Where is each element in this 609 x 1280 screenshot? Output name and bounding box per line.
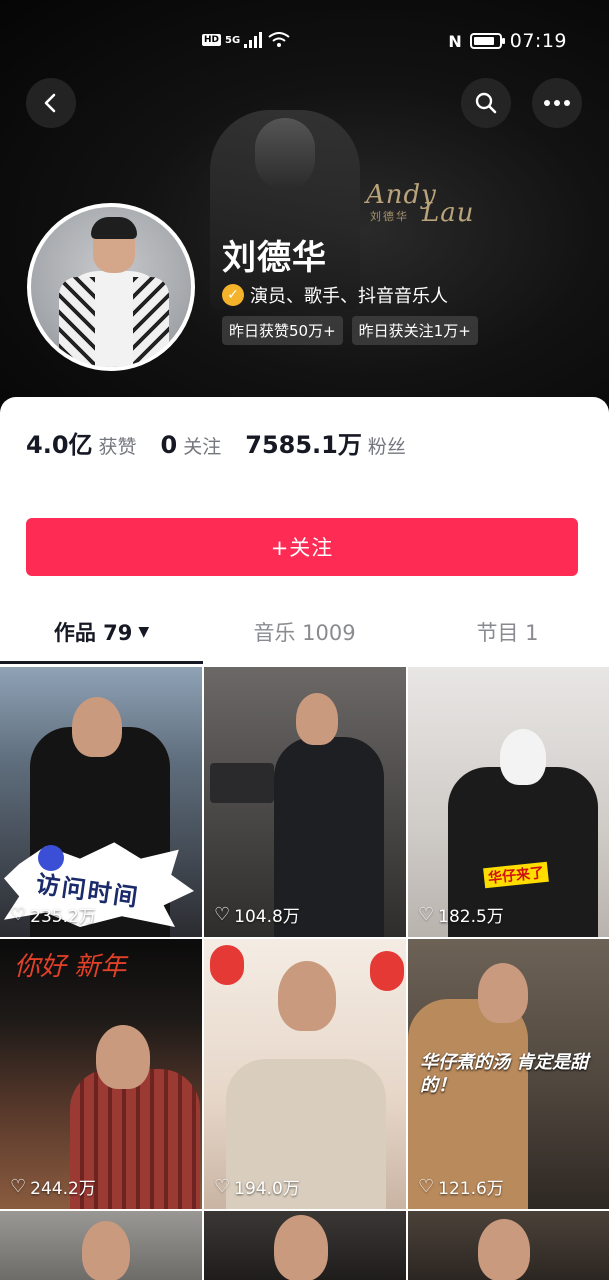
video-likes: ♡ 244.2万	[10, 1174, 96, 1199]
stat-followers-value: 7585.1万	[245, 431, 362, 459]
video-tile[interactable]: 华仔来了 ♡ 182.5万	[408, 667, 609, 937]
stats-row: 4.0亿 获赞 0 关注 7585.1万 粉丝	[26, 425, 406, 460]
video-tile[interactable]: 华仔煮的汤 肯定是甜的！ ♡ 121.6万	[408, 939, 609, 1209]
wifi-icon	[268, 32, 290, 47]
figure-face	[278, 961, 336, 1031]
video-likes-count: 235.2万	[30, 907, 96, 927]
stat-likes-value: 4.0亿	[26, 431, 93, 459]
signature-cn: 刘德华	[370, 210, 409, 223]
stat-following-label: 关注	[183, 436, 222, 458]
tab-music-label: 音乐 1009	[253, 621, 356, 645]
search-button[interactable]	[461, 78, 511, 128]
more-button[interactable]	[532, 78, 582, 128]
signal-icon	[244, 32, 263, 48]
heart-icon: ♡	[418, 904, 435, 925]
tab-programs[interactable]: 节目 1	[406, 602, 609, 662]
video-likes-count: 104.8万	[234, 907, 300, 927]
clock: 07:19	[509, 30, 567, 52]
heart-icon: ♡	[418, 1176, 435, 1197]
video-likes: ♡ 194.0万	[214, 1174, 300, 1199]
tag-follows-yesterday: 昨日获关注1万+	[351, 316, 478, 345]
follow-button[interactable]: +关注	[26, 518, 578, 576]
video-overlay-text: 华仔煮的汤 肯定是甜的！	[420, 1052, 589, 1097]
heart-icon: ♡	[214, 904, 231, 925]
banner-signature: Andy Lau 刘德华	[366, 180, 474, 228]
stat-followers-label: 粉丝	[367, 436, 406, 458]
figure-face	[478, 963, 528, 1023]
video-grid: 访问时间 ♡ 235.2万 ♡ 104.8万 华仔来了 ♡ 182.5万 你好 新年 …	[0, 667, 609, 1280]
content-tabs: 作品 79 ▼ 音乐 1009 节目 1	[0, 602, 609, 662]
verified-check-icon: ✓	[222, 284, 244, 306]
profile-tags: 昨日获赞50万+ 昨日获关注1万+	[222, 316, 478, 345]
avatar-hair	[91, 217, 137, 239]
verified-description: 演员、歌手、抖音音乐人	[250, 286, 448, 307]
figure-face	[96, 1025, 150, 1089]
video-tile[interactable]: ♡ 104.8万	[204, 667, 406, 937]
video-likes-count: 194.0万	[234, 1179, 300, 1199]
battery-icon	[469, 33, 505, 49]
heart-icon: ♡	[214, 1176, 231, 1197]
figure-face	[82, 1221, 130, 1280]
video-overlay-text: 你好 新年	[14, 952, 127, 982]
stat-likes-label: 获赞	[98, 436, 137, 458]
verified-line: ✓ 演员、歌手、抖音音乐人	[222, 282, 448, 308]
search-icon	[475, 92, 497, 114]
stat-followers[interactable]: 7585.1万 粉丝	[245, 425, 406, 460]
video-tile[interactable]	[0, 1211, 202, 1280]
tab-programs-label: 节目 1	[476, 621, 539, 645]
avatar[interactable]	[27, 203, 195, 371]
figure-face	[296, 693, 338, 745]
tab-works[interactable]: 作品 79 ▼	[0, 602, 203, 662]
profile-sheet: 4.0亿 获赞 0 关注 7585.1万 粉丝 +关注 作品 79 ▼ 音乐 1…	[0, 397, 609, 667]
heart-icon: ♡	[10, 1176, 27, 1197]
avatar-jacket-right	[133, 277, 169, 367]
network-label: 5G	[225, 34, 241, 46]
tag-likes-yesterday: 昨日获赞50万+	[222, 316, 343, 345]
video-tile[interactable]	[408, 1211, 609, 1280]
figure-face	[72, 697, 122, 757]
figure-face	[274, 1215, 328, 1280]
banner-figure-head	[255, 118, 315, 190]
video-likes-count: 121.6万	[438, 1179, 504, 1199]
more-dots-icon	[544, 100, 570, 106]
tab-works-label: 作品 79	[53, 621, 133, 645]
signature-lau: Lau	[422, 198, 475, 228]
nfc-icon: N	[448, 31, 462, 51]
back-arrow-icon	[44, 93, 56, 113]
lantern-icon	[370, 951, 404, 991]
video-likes: ♡ 182.5万	[418, 902, 504, 927]
video-tile[interactable]: 访问时间 ♡ 235.2万	[0, 667, 202, 937]
heart-icon: ♡	[10, 904, 27, 925]
figure-face-mask	[500, 729, 546, 785]
status-left: HD 5G	[202, 32, 290, 48]
profile-name: 刘德华	[222, 238, 327, 278]
video-likes: ♡ 104.8万	[214, 902, 300, 927]
status-right: N 07:19	[448, 30, 567, 52]
stat-likes[interactable]: 4.0亿 获赞	[26, 425, 137, 460]
video-likes-count: 244.2万	[30, 1179, 96, 1199]
back-button[interactable]	[26, 78, 76, 128]
battery-fill	[473, 37, 494, 45]
video-likes: ♡ 121.6万	[418, 1174, 504, 1199]
stat-following-value: 0	[160, 431, 178, 459]
video-tile[interactable]: 你好 新年 ♡ 244.2万	[0, 939, 202, 1209]
tab-music[interactable]: 音乐 1009	[203, 602, 406, 662]
lantern-icon	[210, 945, 244, 985]
video-likes-count: 182.5万	[438, 907, 504, 927]
stat-following[interactable]: 0 关注	[161, 431, 222, 459]
video-likes: ♡ 235.2万	[10, 902, 96, 927]
video-tile[interactable]	[204, 1211, 406, 1280]
figure-face	[478, 1219, 530, 1280]
tab-indicator	[0, 661, 203, 664]
music-stand	[210, 763, 274, 803]
caret-down-icon: ▼	[138, 624, 150, 640]
status-bar: HD 5G N 07:19	[0, 28, 609, 56]
hd-badge: HD	[202, 34, 222, 46]
video-tile[interactable]: ♡ 194.0万	[204, 939, 406, 1209]
avatar-jacket-left	[59, 277, 95, 367]
